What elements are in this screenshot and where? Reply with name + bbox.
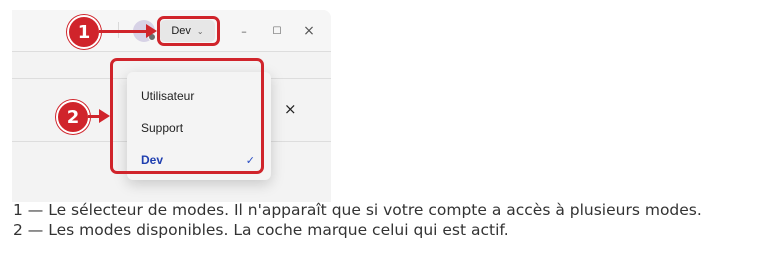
callout-highlight-2 [110, 58, 264, 174]
callout-badge-1: 1 [67, 15, 101, 49]
window-close-icon[interactable]: × [300, 22, 318, 40]
panel-close-icon[interactable]: × [284, 100, 297, 118]
maximize-icon[interactable]: ☐ [268, 22, 286, 40]
callout-badge-2: 2 [56, 100, 90, 134]
caption-1: 1 — Le sélecteur de modes. Il n'apparaît… [13, 201, 702, 219]
arrow-head-icon [99, 109, 110, 123]
caption-2: 2 — Les modes disponibles. La coche marq… [13, 221, 509, 239]
toolbar-divider [12, 51, 331, 52]
callout-highlight-1 [157, 16, 220, 46]
minimize-icon[interactable]: – [235, 22, 253, 40]
callout-arrow-1 [99, 30, 146, 33]
callout-arrow-2 [88, 115, 99, 118]
arrow-head-icon [146, 24, 157, 38]
